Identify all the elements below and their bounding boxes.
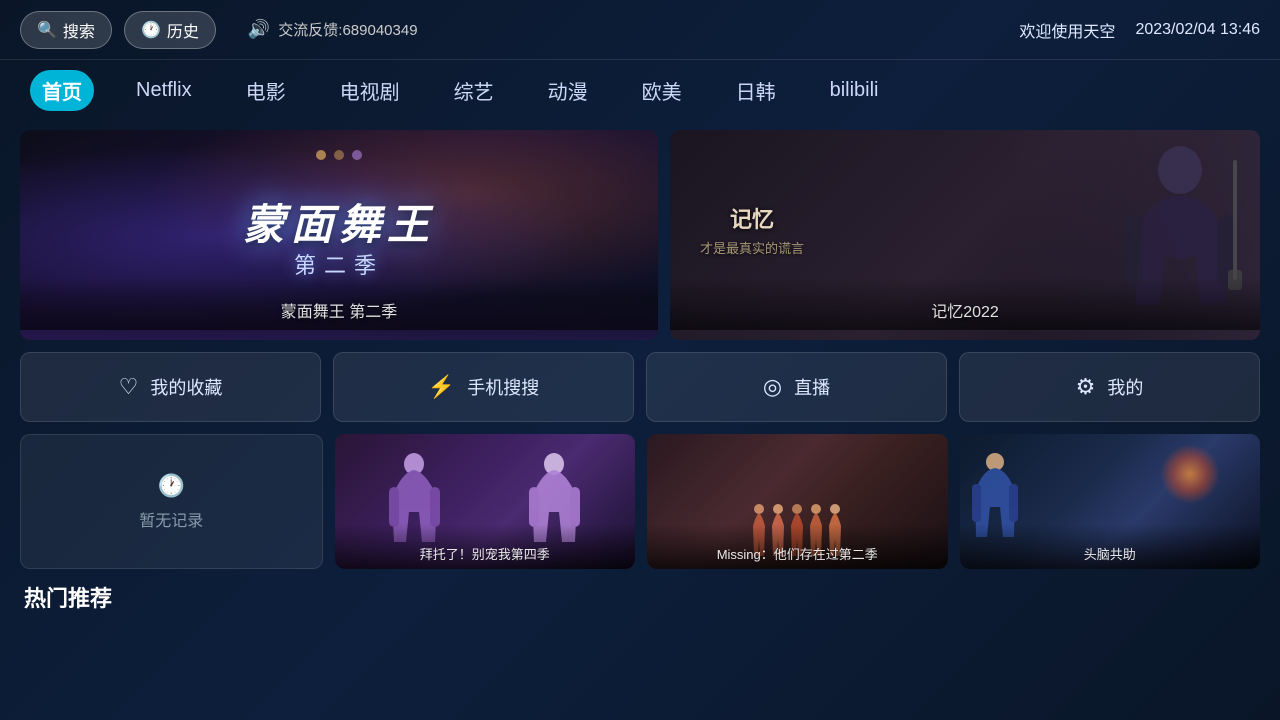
feedback-area: 🔊 交流反馈:689040349 bbox=[248, 19, 418, 40]
nav-item-home[interactable]: 首页 bbox=[30, 70, 94, 111]
nav-item-movies[interactable]: 电影 bbox=[234, 70, 298, 111]
heart-icon: ♡ bbox=[119, 374, 139, 400]
target-icon: ◎ bbox=[763, 374, 782, 400]
nav-item-bilibili[interactable]: bilibili bbox=[818, 73, 891, 108]
bolt-icon: ⚡ bbox=[428, 374, 455, 400]
cards-row: 🕐 暂无记录 bbox=[20, 434, 1260, 569]
nav-item-variety[interactable]: 综艺 bbox=[442, 70, 506, 111]
search-button[interactable]: 🔍 搜索 bbox=[20, 11, 112, 49]
no-record-label: 暂无记录 bbox=[139, 507, 203, 531]
hero-right-title: 记忆 bbox=[700, 202, 804, 234]
content-card-1[interactable]: 拜托了！别宠我第四季 bbox=[335, 434, 636, 569]
content-card-3[interactable]: 头脑共助 bbox=[960, 434, 1261, 569]
favorites-button[interactable]: ♡ 我的收藏 bbox=[20, 352, 321, 422]
mobile-search-button[interactable]: ⚡ 手机搜搜 bbox=[333, 352, 634, 422]
main-content: 蒙面舞王 第二季 蒙面舞王 第二季 bbox=[0, 120, 1280, 613]
feedback-text: 交流反馈:689040349 bbox=[278, 19, 417, 40]
nav-bar: 首页 Netflix 电影 电视剧 综艺 动漫 欧美 日韩 bilibili bbox=[0, 60, 1280, 120]
gear-icon: ⚙ bbox=[1076, 374, 1096, 400]
hero-left-title: 蒙面舞王 bbox=[243, 191, 435, 252]
history-icon: 🕐 bbox=[141, 20, 161, 40]
history-button[interactable]: 🕐 历史 bbox=[124, 11, 216, 49]
recent-empty-card: 🕐 暂无记录 bbox=[20, 434, 323, 569]
volume-icon: 🔊 bbox=[248, 19, 270, 40]
top-bar: 🔍 搜索 🕐 历史 🔊 交流反馈:689040349 欢迎使用天空 2023/0… bbox=[0, 0, 1280, 60]
nav-item-western[interactable]: 欧美 bbox=[630, 70, 694, 111]
favorites-label: 我的收藏 bbox=[150, 374, 222, 400]
mobile-search-label: 手机搜搜 bbox=[467, 374, 539, 400]
card-3-title: 头脑共助 bbox=[960, 524, 1261, 569]
hero-row: 蒙面舞王 第二季 蒙面舞王 第二季 bbox=[20, 130, 1260, 340]
card-2-title: Missing：他们存在过第二季 bbox=[647, 524, 948, 569]
top-bar-left: 🔍 搜索 🕐 历史 🔊 交流反馈:689040349 bbox=[20, 11, 418, 49]
hero-right-caption: 记忆2022 bbox=[670, 278, 1260, 330]
nav-item-netflix[interactable]: Netflix bbox=[124, 73, 204, 108]
clock-icon: 🕐 bbox=[158, 473, 185, 499]
hero-right-text: 记忆 才是最真实的谎言 bbox=[700, 202, 804, 257]
content-card-2[interactable]: Missing：他们存在过第二季 bbox=[647, 434, 948, 569]
hero-right-subtitle: 才是最真实的谎言 bbox=[700, 238, 804, 257]
section-title: 热门推荐 bbox=[20, 581, 1260, 613]
quick-actions-row: ♡ 我的收藏 ⚡ 手机搜搜 ◎ 直播 ⚙ 我的 bbox=[20, 352, 1260, 422]
nav-item-anime[interactable]: 动漫 bbox=[536, 70, 600, 111]
search-icon: 🔍 bbox=[37, 20, 57, 40]
live-button[interactable]: ◎ 直播 bbox=[646, 352, 947, 422]
hero-banner-left[interactable]: 蒙面舞王 第二季 蒙面舞王 第二季 bbox=[20, 130, 658, 340]
live-label: 直播 bbox=[794, 374, 830, 400]
hero-left-subtitle: 第二季 bbox=[243, 248, 435, 280]
datetime: 2023/02/04 13:46 bbox=[1135, 21, 1260, 39]
nav-item-korean[interactable]: 日韩 bbox=[724, 70, 788, 111]
history-label: 历史 bbox=[167, 18, 199, 42]
top-bar-right: 欢迎使用天空 2023/02/04 13:46 bbox=[1019, 18, 1260, 42]
hero-banner-right[interactable]: 记忆 才是最真实的谎言 记忆2022 bbox=[670, 130, 1260, 340]
card-1-title: 拜托了！别宠我第四季 bbox=[335, 524, 636, 569]
mine-label: 我的 bbox=[1107, 374, 1143, 400]
mine-button[interactable]: ⚙ 我的 bbox=[959, 352, 1260, 422]
search-label: 搜索 bbox=[63, 18, 95, 42]
hero-left-caption: 蒙面舞王 第二季 bbox=[20, 278, 658, 330]
nav-item-tv[interactable]: 电视剧 bbox=[328, 70, 412, 111]
welcome-text: 欢迎使用天空 bbox=[1019, 18, 1115, 42]
